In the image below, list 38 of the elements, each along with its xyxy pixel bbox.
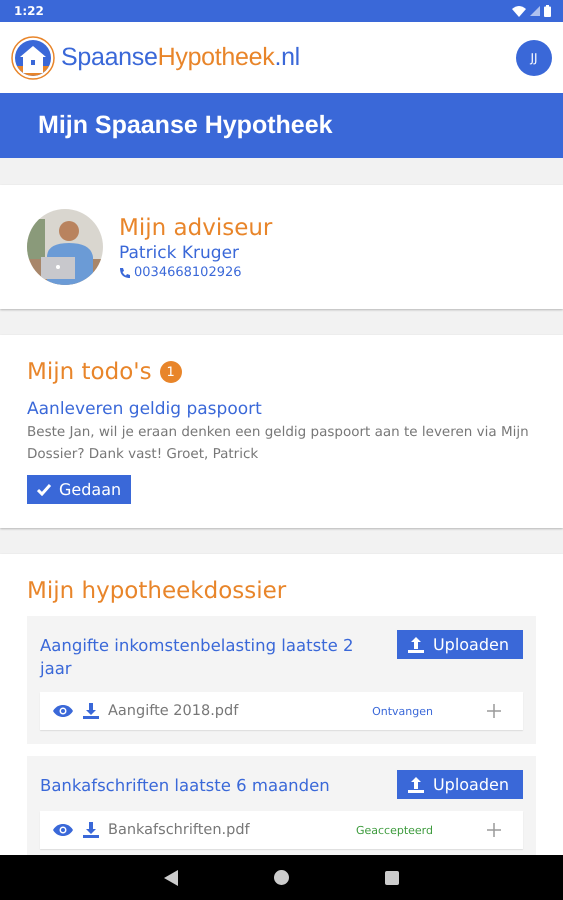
section-title: Mijn adviseur [119,214,272,240]
section-title: Mijn todo's [27,359,152,385]
upload-button[interactable]: Uploaden [396,770,523,799]
upload-icon [406,636,425,654]
advisor-name: Patrick Kruger [119,242,240,262]
file-name: Aangifte 2018.pdf [108,703,240,719]
document-title: Aangifte inkomstenbelasting laatste 2 jaar [40,635,355,680]
eye-icon[interactable] [52,704,74,718]
plus-icon[interactable] [487,823,501,837]
document-title: Bankafschriften laatste 6 maanden [40,775,330,797]
download-icon[interactable] [82,821,100,839]
upload-button[interactable]: Uploaden [396,630,523,659]
page-title: Mijn Spaanse Hypotheek [38,111,333,140]
signal-icon [530,6,540,16]
eye-icon[interactable] [52,823,74,837]
status-time: 1:22 [14,4,44,18]
download-icon[interactable] [82,702,100,720]
recents-icon[interactable] [385,870,399,884]
file-name: Bankafschriften.pdf [108,822,251,838]
home-icon[interactable] [274,870,289,885]
check-icon [37,484,51,496]
todo-message: Beste Jan, wil je eraan denken een geldig paspoort aan te leveren via Mijn Dossier? Dank vast! Groet, Patrick [27,423,530,464]
wifi-icon [512,6,526,16]
back-icon[interactable] [164,870,178,886]
done-button[interactable]: Gedaan [27,475,132,504]
plus-icon[interactable] [487,704,501,718]
todo-title[interactable]: Aanleveren geldig paspoort [27,399,262,419]
file-status: Geaccepteerd [356,824,433,836]
phone-icon [119,266,130,278]
upload-icon [406,776,425,794]
house-logo-icon [11,36,55,80]
user-avatar[interactable]: JJ [516,40,552,76]
count-badge: 1 [160,361,182,383]
site-logo-text[interactable]: SpaanseHypotheek.nl [61,43,300,72]
battery-icon [544,5,551,17]
file-status: Ontvangen [372,704,433,718]
section-title: Mijn hypotheekdossier [27,578,288,604]
phone-link[interactable]: 0034668102926 [134,264,242,280]
